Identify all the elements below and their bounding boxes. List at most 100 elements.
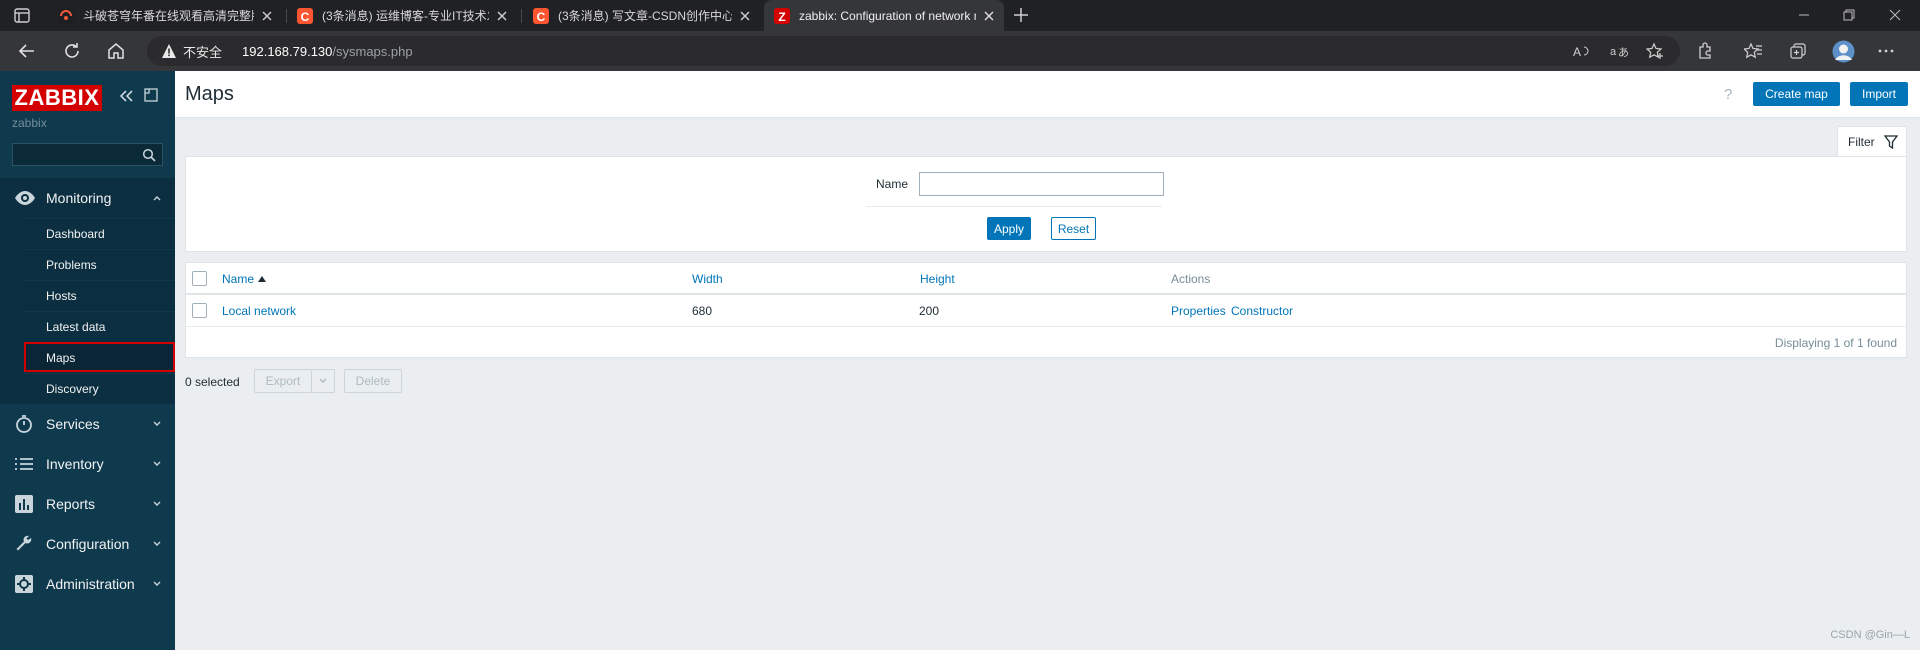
close-icon[interactable]: [260, 9, 274, 23]
column-header-name[interactable]: Name: [222, 272, 267, 286]
favorites-icon[interactable]: [1744, 42, 1762, 60]
select-all-checkbox[interactable]: [192, 271, 207, 286]
svg-text:C: C: [537, 10, 546, 24]
apply-button[interactable]: Apply: [987, 217, 1031, 240]
security-label[interactable]: 不安全: [183, 42, 222, 61]
selected-count: 0 selected: [185, 375, 240, 389]
extensions-icon[interactable]: [1696, 42, 1714, 60]
gear-icon: [14, 574, 34, 594]
restore-icon[interactable]: [1842, 8, 1856, 22]
menu-administration[interactable]: Administration: [0, 564, 175, 604]
import-button[interactable]: Import: [1850, 82, 1908, 106]
home-icon[interactable]: [106, 41, 126, 61]
sidebar-item-maps[interactable]: Maps: [24, 342, 175, 372]
svg-text:あ: あ: [1618, 46, 1628, 59]
menu-configuration[interactable]: Configuration: [0, 524, 175, 564]
map-width: 680: [692, 304, 713, 318]
kiosk-mode-icon[interactable]: [144, 88, 158, 102]
translate-icon[interactable]: aあ: [1610, 42, 1628, 60]
sidebar-item-discovery[interactable]: Discovery: [24, 373, 175, 403]
stopwatch-icon: [14, 414, 34, 434]
sort-ascending-icon: [258, 276, 267, 282]
menu-monitoring[interactable]: Monitoring: [0, 178, 175, 218]
sidebar-item-latest-data[interactable]: Latest data: [24, 311, 175, 341]
back-icon[interactable]: [17, 41, 37, 61]
address-bar[interactable]: 不安全 192.168.79.130/sysmaps.php: [147, 36, 1680, 66]
sidebar-item-problems[interactable]: Problems: [24, 249, 175, 279]
row-checkbox[interactable]: [192, 303, 207, 318]
window-close-icon[interactable]: [1888, 8, 1902, 22]
filter-name-label: Name: [876, 177, 909, 191]
browser-tab-active[interactable]: Z zabbix: Configuration of network maps: [764, 0, 1004, 31]
zabbix-logo[interactable]: ZABBIX: [12, 85, 102, 111]
column-header-height[interactable]: Height: [920, 272, 955, 286]
chevron-up-icon: [152, 194, 162, 202]
tab-title: zabbix: Configuration of network maps: [799, 8, 976, 23]
help-icon[interactable]: ?: [1724, 86, 1738, 103]
menu-label: Monitoring: [46, 190, 112, 206]
minimize-icon[interactable]: [1797, 8, 1811, 22]
map-name-link[interactable]: Local network: [222, 304, 296, 318]
close-icon[interactable]: [738, 9, 752, 23]
sidebar-item-hosts[interactable]: Hosts: [24, 280, 175, 310]
menu-label: Reports: [46, 496, 96, 512]
create-map-button[interactable]: Create map: [1753, 82, 1840, 106]
url-host: 192.168.79.130: [242, 43, 333, 59]
menu-label: Administration: [46, 576, 135, 592]
add-favorite-icon[interactable]: [1646, 42, 1664, 60]
collections-icon[interactable]: [1789, 42, 1807, 60]
csdn-favicon-icon: C: [533, 7, 549, 24]
chevron-down-icon: [152, 460, 162, 468]
tab-actions-icon[interactable]: [14, 8, 30, 23]
filter-icon: [1883, 135, 1898, 149]
table-header: Name Width Height Actions: [186, 263, 1906, 295]
delete-button[interactable]: Delete: [344, 369, 402, 393]
chevron-down-icon: [152, 540, 162, 548]
column-header-width[interactable]: Width: [692, 272, 723, 286]
chevron-down-icon: [152, 420, 162, 428]
export-button[interactable]: Export: [254, 369, 312, 393]
sidebar-item-dashboard[interactable]: Dashboard: [24, 218, 175, 248]
page-title: Maps: [185, 83, 234, 105]
collapse-sidebar-icon[interactable]: [118, 88, 134, 104]
tab-title: 斗破苍穹年番在线观看高清完整版: [83, 9, 254, 23]
browser-tab-3[interactable]: C (3条消息) 写文章-CSDN创作中心: [523, 0, 760, 31]
warning-icon[interactable]: [161, 43, 177, 59]
export-dropdown-button[interactable]: [311, 369, 335, 393]
wrench-icon: [14, 534, 34, 554]
chevron-down-icon: [152, 580, 162, 588]
menu-label: Configuration: [46, 536, 130, 552]
filter-name-input[interactable]: [919, 172, 1164, 196]
close-icon[interactable]: [982, 9, 996, 23]
page-header: Maps ? Create map Import: [175, 71, 1920, 118]
menu-inventory[interactable]: Inventory: [0, 444, 175, 484]
reload-icon[interactable]: [62, 41, 82, 61]
filter-tab-label: Filter: [1848, 135, 1875, 149]
close-icon[interactable]: [495, 9, 509, 23]
svg-text:A: A: [1573, 45, 1581, 59]
reset-button[interactable]: Reset: [1051, 217, 1096, 240]
svg-text:a: a: [1610, 46, 1617, 58]
new-tab-icon[interactable]: [1013, 7, 1029, 23]
svg-text:C: C: [301, 10, 310, 24]
chevron-down-icon: [318, 377, 328, 385]
zabbix-favicon-icon: Z: [774, 7, 790, 24]
filter-panel: Name Apply Reset: [185, 156, 1907, 252]
browser-tab-2[interactable]: C (3条消息) 运维博客-专业IT技术发表: [287, 0, 517, 31]
browser-tab-1[interactable]: 斗破苍穹年番在线观看高清完整版: [48, 0, 282, 31]
filter-tab[interactable]: Filter: [1837, 126, 1907, 157]
browser-toolbar: 不安全 192.168.79.130/sysmaps.php A aあ: [0, 31, 1920, 71]
browser-tab-bar: 斗破苍穹年番在线观看高清完整版 C (3条消息) 运维博客-专业IT技术发表 C…: [0, 0, 1920, 31]
menu-reports[interactable]: Reports: [0, 484, 175, 524]
constructor-link[interactable]: Constructor: [1231, 304, 1293, 318]
menu-services[interactable]: Services: [0, 404, 175, 444]
more-icon[interactable]: [1877, 42, 1895, 60]
sidebar-search-input[interactable]: [12, 143, 163, 166]
menu-label: Services: [46, 416, 100, 432]
map-height: 200: [919, 304, 940, 318]
search-icon[interactable]: [142, 148, 156, 162]
properties-link[interactable]: Properties: [1171, 304, 1226, 318]
read-aloud-icon[interactable]: A: [1572, 42, 1590, 60]
table-paging-info: Displaying 1 of 1 found: [1774, 336, 1897, 350]
profile-avatar[interactable]: [1832, 40, 1855, 63]
